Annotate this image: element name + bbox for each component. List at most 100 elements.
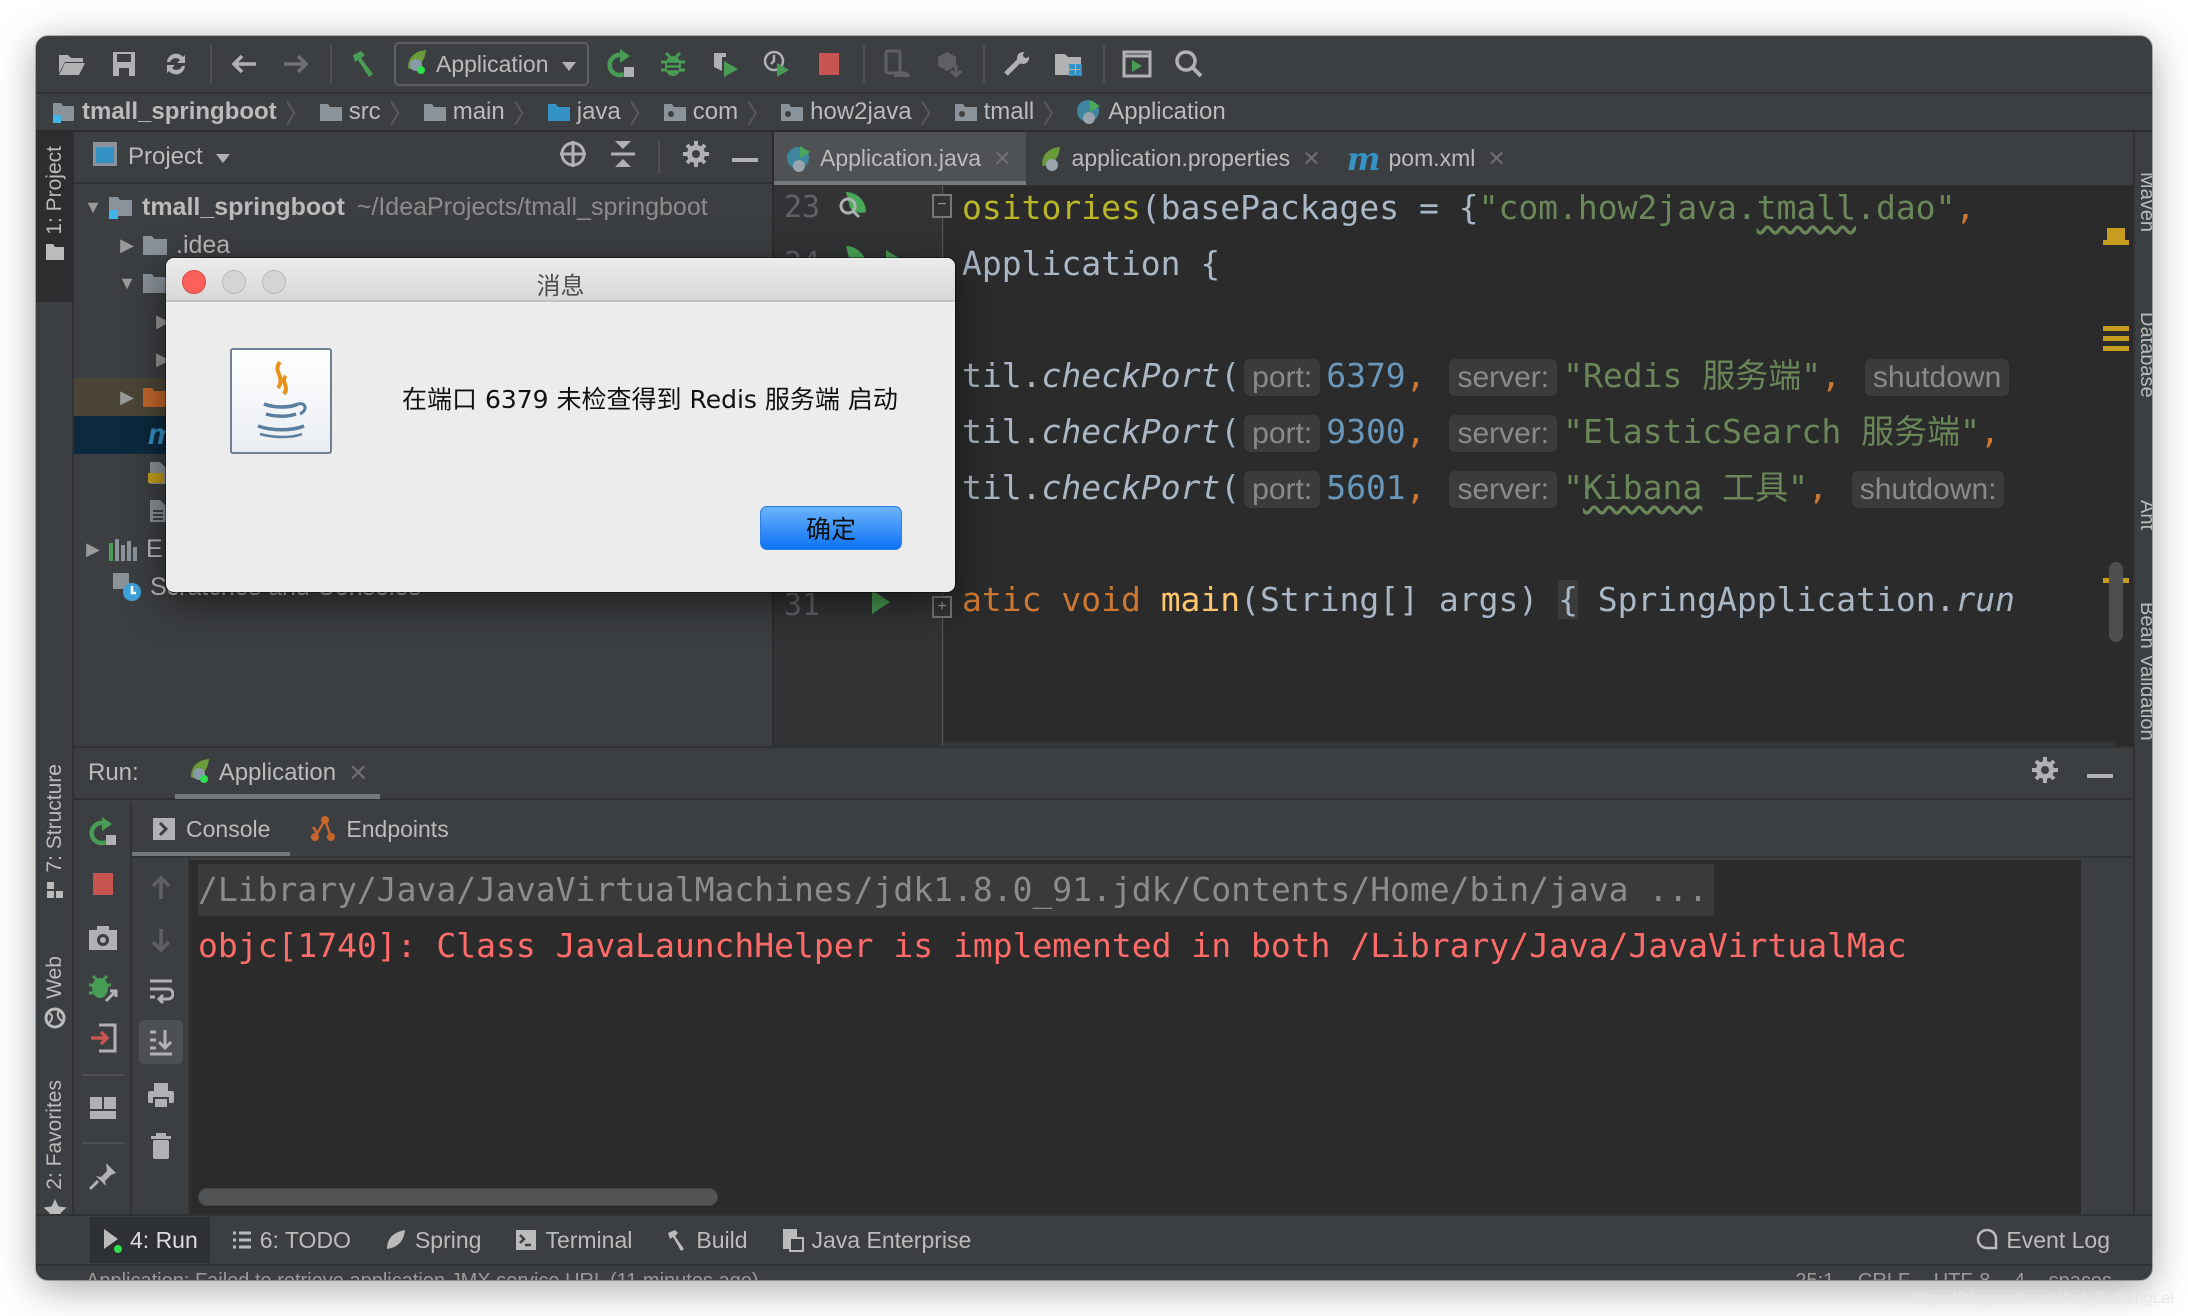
warning-marker[interactable]	[2103, 240, 2129, 245]
tool-window-maven-button[interactable]: Maven	[2135, 172, 2152, 232]
run-configuration-dropdown[interactable]: Application	[394, 42, 589, 86]
run-anything-icon[interactable]	[1115, 42, 1159, 86]
tool-window-spring-button[interactable]: Spring	[373, 1217, 493, 1263]
console-output[interactable]: /Library/Java/JavaVirtualMachines/jdk1.8…	[190, 860, 2107, 1214]
project-view-selector[interactable]: Project	[128, 143, 203, 171]
spring-repository-gutter-icon[interactable]	[836, 190, 870, 231]
chevron-down-icon[interactable]	[215, 143, 231, 171]
tool-window-database-button[interactable]: Database	[2135, 312, 2152, 398]
editor-vertical-scrollbar[interactable]	[2109, 562, 2123, 642]
code-token: .dao"	[1856, 188, 1956, 227]
tree-node-root[interactable]: ▼ tmall_springboot ~/IdeaProjects/tmall_…	[74, 188, 772, 226]
breadcrumb-item-com[interactable]: com	[663, 98, 738, 126]
breadcrumb-item-java[interactable]: java	[547, 98, 621, 126]
close-icon[interactable]: ✕	[1302, 146, 1320, 172]
breadcrumb-item-tmall[interactable]: tmall	[954, 98, 1034, 126]
warning-marker[interactable]	[2103, 346, 2129, 351]
soft-wrap-icon[interactable]	[132, 968, 190, 1016]
search-icon[interactable]	[1167, 42, 1211, 86]
fold-collapse-icon[interactable]: −	[932, 194, 952, 218]
breadcrumb-item-main[interactable]: main	[423, 98, 505, 126]
ok-button[interactable]: 确定	[760, 506, 902, 550]
close-icon[interactable]: ✕	[348, 759, 368, 788]
debug-icon[interactable]	[651, 42, 695, 86]
console-vertical-scrollbar[interactable]	[2081, 860, 2107, 1214]
warning-marker[interactable]	[2103, 336, 2129, 341]
tool-window-todo-button[interactable]: 6: TODO	[220, 1217, 363, 1263]
avd-manager-icon[interactable]	[875, 42, 919, 86]
bottom-bar-label: Java Enterprise	[811, 1226, 972, 1253]
indent-setting[interactable]: 4 spaces	[2014, 1270, 2112, 1280]
expand-arrow-icon[interactable]: ▶	[78, 539, 108, 560]
event-log-button[interactable]: Event Log	[1964, 1217, 2122, 1263]
sync-icon[interactable]	[154, 42, 198, 86]
gear-icon[interactable]	[682, 140, 710, 175]
hide-panel-icon[interactable]	[2087, 759, 2113, 787]
tool-window-java-enterprise-button[interactable]: Java Enterprise	[770, 1217, 984, 1263]
run-tab-application[interactable]: Application ✕	[174, 747, 381, 799]
settings-wrench-icon[interactable]	[995, 42, 1039, 86]
tab-application-properties[interactable]: application.properties ✕	[1026, 132, 1335, 185]
rerun-icon[interactable]	[599, 42, 643, 86]
expand-arrow-icon[interactable]: ▼	[78, 197, 108, 218]
tool-window-terminal-button[interactable]: Terminal	[503, 1217, 644, 1263]
subtab-endpoints[interactable]: Endpoints	[290, 802, 468, 856]
clear-all-trash-icon[interactable]	[132, 1122, 190, 1170]
scroll-to-end-toggle[interactable]	[132, 1018, 190, 1066]
back-icon[interactable]	[222, 42, 266, 86]
build-hammer-icon[interactable]	[342, 42, 386, 86]
tool-window-build-button[interactable]: Build	[654, 1217, 759, 1263]
breadcrumb-item-module[interactable]: tmall_springboot	[52, 98, 277, 126]
print-icon[interactable]	[132, 1072, 190, 1120]
stop-icon[interactable]	[74, 860, 132, 908]
gear-icon[interactable]	[2031, 756, 2059, 791]
fold-expand-icon[interactable]: +	[932, 596, 952, 618]
caret-position[interactable]: 25:1	[1795, 1270, 1834, 1280]
layout-icon[interactable]	[74, 1084, 132, 1132]
restore-layout-icon[interactable]	[74, 1014, 132, 1062]
close-icon[interactable]: ✕	[1487, 146, 1505, 172]
save-icon[interactable]	[102, 42, 146, 86]
expand-arrow-icon[interactable]: ▶	[112, 387, 142, 408]
debug-attach-icon[interactable]	[74, 964, 132, 1012]
project-structure-icon[interactable]	[1047, 42, 1091, 86]
tool-window-structure-button[interactable]: 7: Structure	[36, 754, 74, 914]
tab-application-java[interactable]: Application.java ✕	[774, 132, 1026, 185]
pin-icon[interactable]	[74, 1152, 132, 1200]
expand-arrow-icon[interactable]: ▶	[112, 235, 142, 256]
profile-icon[interactable]	[755, 42, 799, 86]
breadcrumb-item-application[interactable]: Application	[1076, 98, 1226, 126]
run-gutter-icon[interactable]	[870, 588, 892, 621]
tool-window-bean-validation-button[interactable]: Bean Validation	[2135, 602, 2152, 741]
collapse-all-icon[interactable]	[610, 139, 636, 176]
tool-window-run-button[interactable]: 4: Run	[90, 1217, 210, 1263]
coverage-icon[interactable]	[703, 42, 747, 86]
warning-marker[interactable]	[2107, 228, 2125, 240]
tool-window-ant-button[interactable]: Ant	[2135, 500, 2152, 530]
tool-window-project-button[interactable]: 1: Project	[36, 132, 74, 302]
forward-icon[interactable]	[274, 42, 318, 86]
breadcrumb-item-how2java[interactable]: how2java	[780, 98, 912, 126]
camera-dump-threads-icon[interactable]	[74, 914, 132, 962]
code-content[interactable]: ositories(basePackages = {"com.how2java.…	[962, 186, 2113, 782]
locate-target-icon[interactable]	[558, 139, 588, 176]
open-folder-icon[interactable]	[50, 42, 94, 86]
status-message[interactable]: Application: Failed to retrieve applicat…	[86, 1270, 759, 1280]
expand-arrow-icon[interactable]: ▼	[112, 273, 142, 294]
tool-window-web-button[interactable]: Web	[36, 950, 74, 1060]
stop-icon[interactable]	[807, 42, 851, 86]
file-encoding[interactable]: UTF-8	[1934, 1270, 1991, 1280]
console-horizontal-scrollbar[interactable]	[198, 1188, 718, 1206]
subtab-console[interactable]: Console	[132, 802, 291, 856]
tool-window-favorites-button[interactable]: 2: Favorites	[36, 1074, 74, 1234]
breadcrumb-item-src[interactable]: src	[319, 98, 381, 126]
tab-pom-xml[interactable]: m pom.xml ✕	[1335, 132, 1520, 185]
warning-marker[interactable]	[2103, 326, 2129, 331]
hide-panel-icon[interactable]	[732, 143, 758, 171]
line-separator[interactable]: CRLF	[1858, 1270, 1910, 1280]
close-icon[interactable]: ✕	[993, 146, 1011, 172]
rerun-icon[interactable]	[74, 808, 132, 856]
scroll-down-icon[interactable]	[132, 916, 190, 964]
scroll-up-icon[interactable]	[132, 864, 190, 912]
sdk-manager-icon[interactable]	[927, 42, 971, 86]
